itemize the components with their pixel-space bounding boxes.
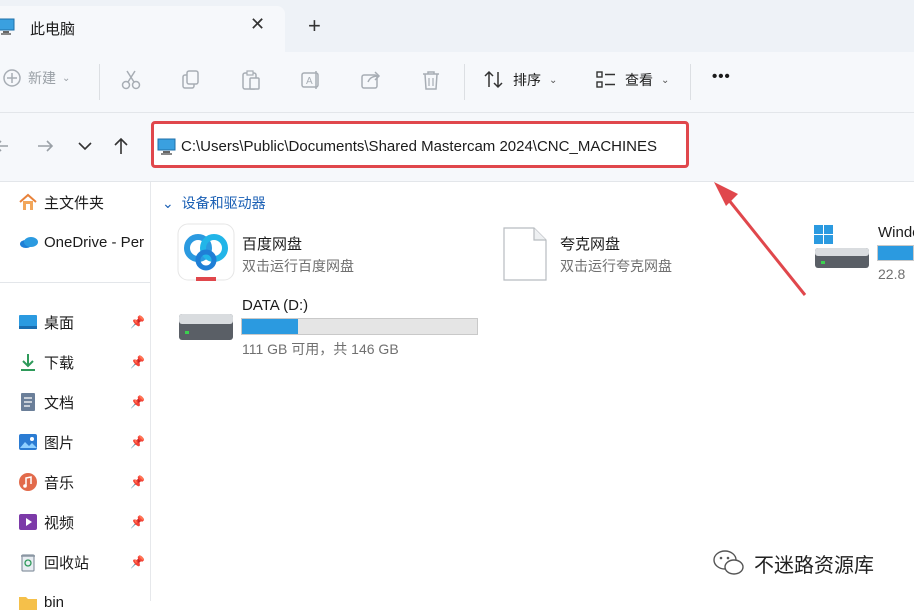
- sidebar-item-videos[interactable]: 视频: [18, 511, 74, 533]
- windows-drive-icon: [814, 225, 869, 268]
- sidebar-item-recycle-bin[interactable]: 回收站: [18, 551, 89, 573]
- add-icon: [3, 69, 21, 87]
- copy-icon[interactable]: [180, 69, 202, 91]
- forward-icon[interactable]: [36, 137, 56, 155]
- sidebar-item-downloads[interactable]: 下载: [18, 351, 74, 373]
- sidebar-item-label: 下载: [44, 354, 75, 372]
- tab-title: 此电脑: [30, 21, 76, 38]
- tab-close-icon[interactable]: ✕: [250, 14, 265, 35]
- sidebar-item-label: OneDrive - Per: [44, 233, 145, 251]
- device-subtitle: 22.8: [878, 266, 906, 282]
- group-title: 设备和驱动器: [181, 195, 266, 211]
- sidebar-item-label: 视频: [44, 514, 75, 532]
- sidebar-item-onedrive[interactable]: OneDrive - Per: [18, 231, 144, 253]
- rename-icon[interactable]: A: [300, 69, 322, 91]
- sidebar-item-label: 音乐: [44, 474, 75, 492]
- more-options-icon[interactable]: •••: [712, 68, 731, 85]
- view-label: 查看: [625, 72, 653, 88]
- watermark: 不迷路资源库: [712, 548, 874, 578]
- sidebar-item-pictures[interactable]: 图片: [18, 431, 74, 453]
- sidebar-divider: [0, 282, 150, 283]
- toolbar-divider: [99, 64, 100, 100]
- drive-usage-fill: [242, 319, 299, 334]
- chevron-down-icon: ⌄: [62, 72, 71, 84]
- svg-text:A: A: [306, 76, 313, 87]
- sidebar-item-label: bin: [44, 593, 65, 611]
- cloud-icon: [18, 232, 38, 252]
- desktop-icon: [18, 312, 38, 332]
- view-icon: [596, 71, 615, 88]
- sidebar-item-label: 文档: [44, 394, 75, 412]
- sidebar-item-bin[interactable]: bin: [18, 591, 64, 613]
- computer-icon: [0, 18, 15, 35]
- drive-usage-bar: [241, 318, 478, 335]
- sort-button[interactable]: 排序 ⌄: [483, 69, 557, 91]
- download-icon: [18, 352, 38, 372]
- new-tab-button[interactable]: +: [308, 13, 321, 39]
- chevron-down-icon: ⌄: [661, 74, 670, 86]
- new-label: 新建: [28, 70, 56, 86]
- device-subtitle: 双击运行百度网盘: [242, 258, 354, 274]
- chevron-down-icon: ⌄: [549, 74, 558, 86]
- sidebar-item-label: 回收站: [44, 554, 90, 572]
- share-icon[interactable]: [360, 69, 382, 91]
- view-button[interactable]: 查看 ⌄: [595, 69, 669, 91]
- home-icon: [18, 192, 38, 212]
- watermark-text: 不迷路资源库: [754, 554, 874, 577]
- device-title: DATA (D:): [242, 297, 309, 314]
- pin-icon[interactable]: 📌: [130, 395, 145, 409]
- recent-locations-icon[interactable]: [76, 138, 94, 154]
- pin-icon[interactable]: 📌: [130, 515, 145, 529]
- wechat-icon: [713, 550, 744, 575]
- pin-icon[interactable]: 📌: [130, 435, 145, 449]
- address-path: C:\Users\Public\Documents\Shared Masterc…: [181, 138, 657, 155]
- sidebar-item-home[interactable]: 主文件夹: [18, 191, 104, 213]
- sidebar-item-label: 图片: [44, 434, 75, 452]
- folder-icon: [18, 592, 38, 612]
- pin-icon[interactable]: 📌: [130, 555, 145, 569]
- music-icon: [18, 472, 38, 492]
- sidebar-item-music[interactable]: 音乐: [18, 471, 74, 493]
- drive-usage-bar: [877, 245, 914, 261]
- sort-label: 排序: [513, 72, 541, 88]
- toolbar-divider: [690, 64, 691, 100]
- pin-icon[interactable]: 📌: [130, 355, 145, 369]
- up-icon[interactable]: [111, 136, 131, 156]
- video-icon: [18, 512, 38, 532]
- pin-icon[interactable]: 📌: [130, 315, 145, 329]
- device-subtitle: 111 GB 可用，共 146 GB: [242, 341, 399, 357]
- sidebar-item-documents[interactable]: 文档: [18, 391, 74, 413]
- new-button[interactable]: 新建 ⌄: [2, 68, 70, 88]
- device-title: 夸克网盘: [560, 236, 621, 253]
- drive-icon: [179, 314, 233, 340]
- document-icon: [18, 392, 38, 412]
- sidebar-item-label: 主文件夹: [44, 194, 105, 212]
- delete-icon[interactable]: [420, 69, 442, 91]
- computer-icon: [157, 138, 176, 155]
- sidebar-item-desktop[interactable]: 桌面: [18, 311, 74, 333]
- device-title: 百度网盘: [242, 236, 303, 253]
- baidu-netdisk-icon: [177, 223, 235, 281]
- back-icon[interactable]: [0, 137, 10, 155]
- group-header[interactable]: ⌄ 设备和驱动器: [162, 193, 266, 213]
- picture-icon: [18, 432, 38, 452]
- device-subtitle: 双击运行夸克网盘: [560, 258, 672, 274]
- cut-icon[interactable]: [120, 69, 142, 91]
- drive-usage-fill: [878, 246, 913, 260]
- paste-icon[interactable]: [240, 69, 262, 91]
- sidebar-item-label: 桌面: [44, 314, 75, 332]
- file-icon: [503, 227, 547, 281]
- sidebar-divider: [150, 182, 151, 601]
- toolbar-divider: [464, 64, 465, 100]
- device-title: Windo: [878, 224, 914, 241]
- pin-icon[interactable]: 📌: [130, 475, 145, 489]
- chevron-down-icon: ⌄: [162, 195, 174, 211]
- sort-icon: [484, 70, 503, 89]
- recycle-bin-icon: [18, 552, 38, 572]
